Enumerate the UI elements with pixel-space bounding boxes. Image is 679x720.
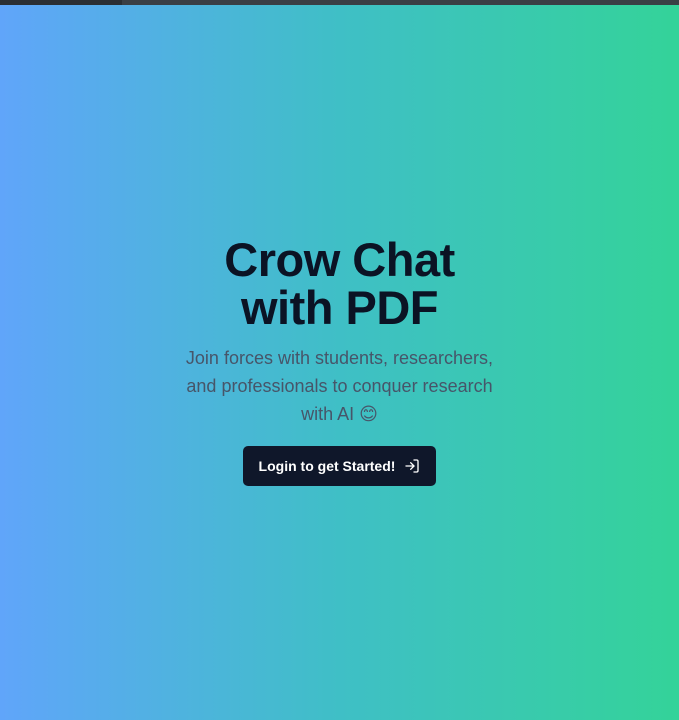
hero-section: Crow Chat with PDF Join forces with stud… bbox=[0, 236, 679, 486]
log-in-icon bbox=[404, 458, 420, 474]
browser-top-bar bbox=[0, 0, 679, 5]
login-button-label: Login to get Started! bbox=[258, 458, 396, 474]
page-title: Crow Chat with PDF bbox=[190, 236, 490, 332]
browser-top-bar-segment bbox=[0, 0, 122, 5]
hero-subtitle: Join forces with students, researchers, … bbox=[185, 348, 494, 424]
login-button[interactable]: Login to get Started! bbox=[243, 446, 436, 486]
page-title-line-2: with PDF bbox=[240, 281, 439, 334]
page-title-line-1: Crow Chat bbox=[224, 233, 455, 286]
